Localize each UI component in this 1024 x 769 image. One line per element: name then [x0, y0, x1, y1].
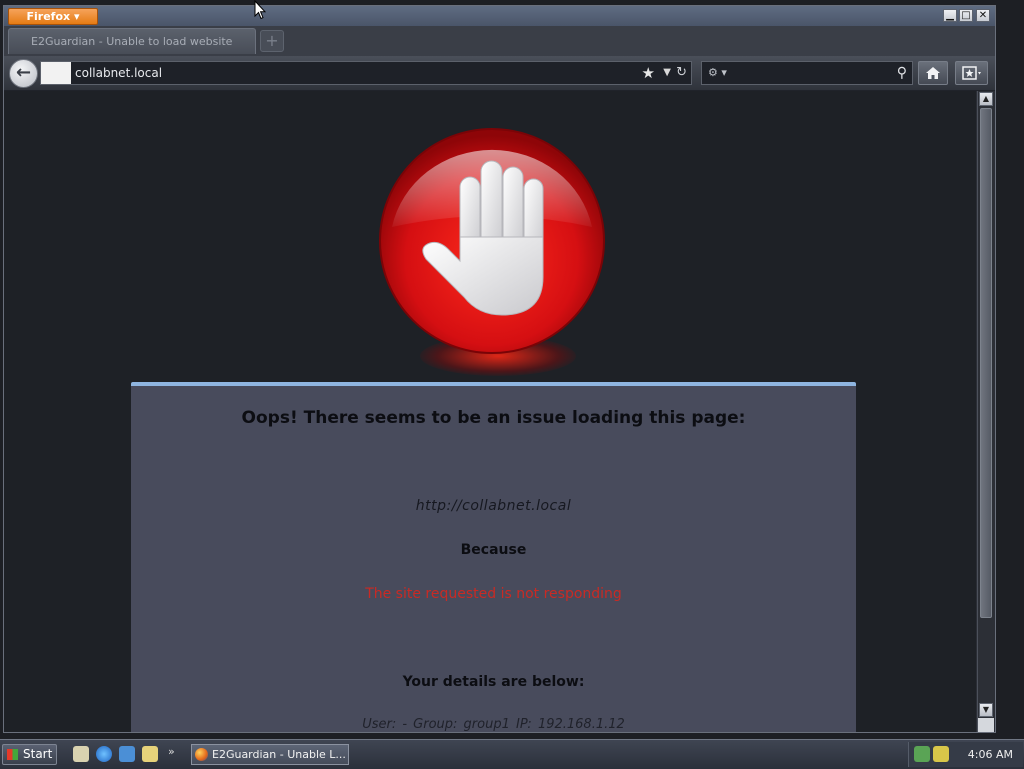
page-content: Oops! There seems to be an issue loading… [4, 91, 976, 732]
blocked-url: http://collabnet.local [415, 498, 572, 514]
stop-hand-icon [379, 128, 605, 354]
taskbar-task-label: E2Guardian - Unable L... [212, 748, 346, 761]
because-label: Because [460, 542, 527, 558]
new-tab-button[interactable]: + [260, 30, 284, 52]
taskbar: Start » E2Guardian - Unable L... 4:06 AM [0, 739, 1024, 769]
resize-grip[interactable] [978, 718, 994, 732]
error-card: Oops! There seems to be an issue loading… [131, 382, 856, 732]
scroll-thumb[interactable] [980, 108, 992, 618]
scroll-down-arrow[interactable]: ▼ [979, 703, 993, 717]
start-button[interactable]: Start [2, 744, 57, 765]
block-reason: The site requested is not responding [365, 586, 622, 602]
folder-search-icon[interactable] [142, 746, 158, 762]
minimize-button[interactable]: ▁ [943, 9, 957, 22]
bookmarks-menu-button[interactable] [955, 61, 988, 85]
tab-title: E2Guardian - Unable to load website [31, 35, 233, 48]
tab-strip: E2Guardian - Unable to load website + [4, 26, 995, 56]
chevron-down-icon[interactable]: ▼ [663, 62, 671, 84]
reload-icon[interactable]: ↻ [676, 62, 687, 84]
windows-logo-icon [7, 749, 18, 760]
url-bar[interactable]: collabnet.local ★ ▼ ↻ [40, 61, 692, 85]
navigation-toolbar: ← collabnet.local ★ ▼ ↻ ⚙ ▾ ⚲ [4, 56, 995, 91]
network-icon[interactable] [119, 746, 135, 762]
title-bar: Firefox ▾ ▁ □ ✕ [4, 6, 995, 26]
close-button[interactable]: ✕ [976, 9, 990, 22]
internet-explorer-icon[interactable] [96, 746, 112, 762]
system-tray: 4:06 AM [908, 742, 1023, 767]
maximize-button[interactable]: □ [959, 9, 973, 22]
show-desktop-icon[interactable] [73, 746, 89, 762]
start-label: Start [23, 747, 53, 761]
back-button[interactable]: ← [9, 59, 38, 88]
magnifier-icon[interactable]: ⚲ [897, 62, 907, 84]
details-heading: Your details are below: [402, 674, 585, 690]
search-engine-icon[interactable]: ⚙ ▾ [708, 62, 727, 84]
tray-security-icon[interactable] [933, 746, 949, 762]
error-title: Oops! There seems to be an issue loading… [241, 408, 746, 428]
site-identity-icon[interactable] [41, 62, 71, 84]
scroll-up-arrow[interactable]: ▲ [979, 92, 993, 106]
search-bar[interactable]: ⚙ ▾ ⚲ [701, 61, 913, 85]
mouse-cursor-icon [254, 0, 266, 20]
firefox-icon [195, 748, 208, 761]
vertical-scrollbar[interactable]: ▲ ▼ [977, 91, 994, 732]
star-icon[interactable]: ★ [642, 62, 655, 84]
back-arrow-icon: ← [15, 62, 32, 83]
firefox-menu-label: Firefox [26, 10, 71, 23]
home-icon [926, 67, 940, 79]
tray-network-icon[interactable] [914, 746, 930, 762]
quicklaunch-more-icon[interactable]: » [168, 745, 175, 758]
firefox-menu-button[interactable]: Firefox ▾ [8, 8, 98, 25]
firefox-window: Firefox ▾ ▁ □ ✕ E2Guardian - Unable to l… [3, 5, 996, 733]
user-details: User: - Group: group1 IP: 192.168.1.12 [362, 717, 625, 732]
url-text: collabnet.local [75, 66, 163, 80]
home-button[interactable] [918, 61, 948, 85]
tab-active[interactable]: E2Guardian - Unable to load website [8, 28, 256, 54]
clock: 4:06 AM [967, 748, 1013, 761]
taskbar-firefox-task[interactable]: E2Guardian - Unable L... [191, 744, 349, 765]
bookmarks-icon [961, 66, 981, 80]
